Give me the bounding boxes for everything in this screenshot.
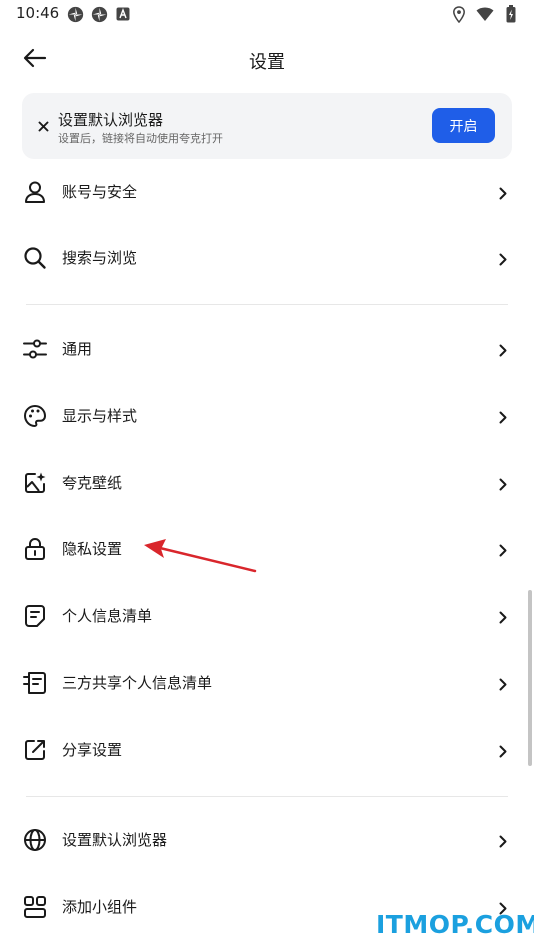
watermark: ITMOP.COM <box>376 910 534 939</box>
menu-label: 添加小组件 <box>62 898 138 916</box>
menu-label: 个人信息清单 <box>62 607 153 625</box>
shared-document-icon <box>22 670 48 696</box>
chevron-right-icon <box>496 475 510 493</box>
menu-item-account-security[interactable]: 账号与安全 <box>0 165 534 221</box>
wifi-icon <box>476 5 494 23</box>
section-divider <box>26 304 508 305</box>
banner-subtitle: 设置后，链接将自动使用夸克打开 <box>58 132 223 145</box>
lock-icon <box>22 536 48 562</box>
status-bar: 10:46 <box>0 0 534 30</box>
pinwheel-icon <box>90 5 108 23</box>
chevron-right-icon <box>496 832 510 850</box>
battery-icon <box>502 5 520 23</box>
banner-title: 设置默认浏览器 <box>58 111 164 129</box>
status-system-icons <box>450 5 520 23</box>
page-title: 设置 <box>249 52 285 73</box>
menu-label: 三方共享个人信息清单 <box>62 674 213 692</box>
chevron-right-icon <box>496 184 510 202</box>
header: 设置 <box>0 38 534 82</box>
menu-label: 账号与安全 <box>62 183 138 201</box>
chevron-right-icon <box>496 742 510 760</box>
menu-item-general[interactable]: 通用 <box>0 322 534 378</box>
a-notification-icon <box>114 5 132 23</box>
menu-item-personal-info-list[interactable]: 个人信息清单 <box>0 589 534 645</box>
menu-label: 显示与样式 <box>62 407 138 425</box>
menu-label: 隐私设置 <box>62 540 123 558</box>
location-icon <box>450 5 468 23</box>
menu-label: 设置默认浏览器 <box>62 831 168 849</box>
globe-icon <box>22 827 48 853</box>
default-browser-banner: 设置默认浏览器 设置后，链接将自动使用夸克打开 开启 <box>22 93 512 159</box>
menu-item-display-style[interactable]: 显示与样式 <box>0 389 534 445</box>
user-icon <box>22 179 48 205</box>
chevron-right-icon <box>496 675 510 693</box>
document-icon <box>22 603 48 629</box>
menu-item-share-settings[interactable]: 分享设置 <box>0 723 534 779</box>
banner-close-button[interactable] <box>32 115 54 137</box>
share-icon <box>22 737 48 763</box>
chevron-right-icon <box>496 341 510 359</box>
chevron-right-icon <box>496 541 510 559</box>
chevron-right-icon <box>496 250 510 268</box>
status-notification-icons <box>66 5 132 23</box>
enable-button[interactable]: 开启 <box>432 108 495 143</box>
scrollbar[interactable] <box>528 590 532 766</box>
menu-item-default-browser[interactable]: 设置默认浏览器 <box>0 813 534 869</box>
menu-label: 通用 <box>62 340 93 358</box>
section-divider <box>26 796 508 797</box>
chevron-right-icon <box>496 408 510 426</box>
pinwheel-icon <box>66 5 84 23</box>
wallpaper-icon <box>22 470 48 496</box>
sliders-icon <box>22 336 48 362</box>
widget-icon <box>22 894 48 920</box>
menu-label: 搜索与浏览 <box>62 249 138 267</box>
chevron-right-icon <box>496 608 510 626</box>
menu-label: 分享设置 <box>62 741 123 759</box>
menu-item-privacy-settings[interactable]: 隐私设置 <box>0 522 534 578</box>
search-icon <box>22 245 48 271</box>
close-icon <box>38 117 49 136</box>
palette-icon <box>22 403 48 429</box>
status-time: 10:46 <box>16 4 60 22</box>
menu-item-quark-wallpaper[interactable]: 夸克壁纸 <box>0 456 534 512</box>
menu-item-third-party-info-list[interactable]: 三方共享个人信息清单 <box>0 656 534 712</box>
menu-item-search-browse[interactable]: 搜索与浏览 <box>0 231 534 287</box>
menu-label: 夸克壁纸 <box>62 474 123 492</box>
